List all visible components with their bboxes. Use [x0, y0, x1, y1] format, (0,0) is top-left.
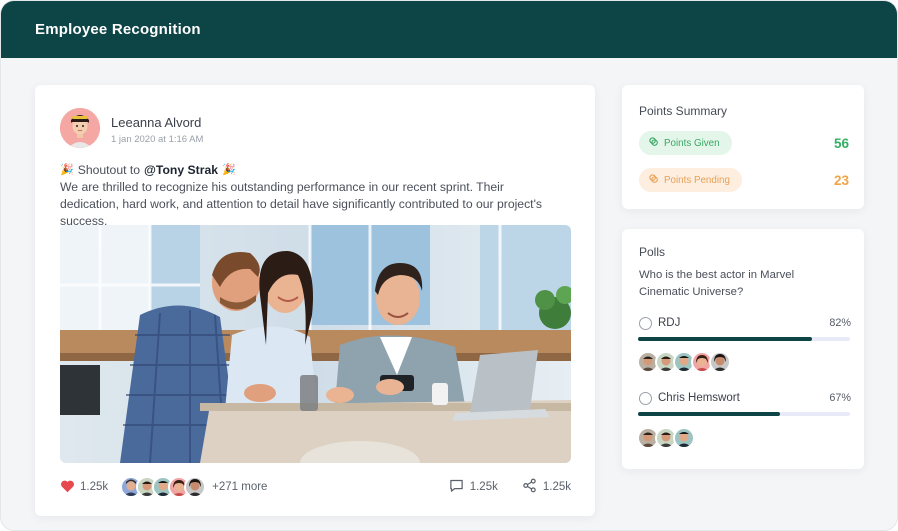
poll-bar [638, 412, 850, 416]
poll-bar [638, 337, 850, 341]
poll-voters[interactable] [637, 351, 731, 373]
poll-voters[interactable] [637, 427, 695, 449]
points-pending-label: Points Pending [664, 174, 730, 186]
comment-icon[interactable] [449, 478, 464, 496]
mention-link[interactable]: @Tony Strak [144, 162, 218, 179]
recognition-post: Leeanna Alvord 1 jan 2020 at 1:16 AM 🎉 S… [35, 85, 595, 516]
likers-avatars[interactable] [120, 476, 207, 498]
poll-bar-fill [638, 337, 812, 341]
poll-option-rdj[interactable]: RDJ 82% [639, 315, 851, 331]
party-popper-icon: 🎉 [222, 164, 236, 176]
comment-count[interactable]: 1.25k [470, 481, 498, 493]
app-title: Employee Recognition [35, 21, 201, 38]
points-given-label: Points Given [664, 137, 720, 149]
coin-icon [649, 174, 658, 186]
post-timestamp: 1 jan 2020 at 1:16 AM [111, 134, 204, 145]
avatar [673, 427, 695, 449]
poll-radio[interactable] [639, 391, 652, 405]
points-pending-value: 23 [833, 172, 849, 188]
poll-bar-fill [638, 412, 781, 416]
like-button[interactable]: 1.25k [60, 479, 108, 496]
polls-title: Polls [639, 245, 666, 259]
app-window: Employee Recognition Leeanna Alvord 1 ja… [0, 0, 898, 531]
poll-option-chris-hemswort[interactable]: Chris Hemswort 67% [639, 390, 851, 406]
post-photo[interactable] [60, 225, 571, 463]
author-name[interactable]: Leeanna Alvord [111, 115, 201, 130]
points-given-row: Points Given 56 [639, 131, 849, 155]
points-summary-card: Points Summary Points Given 56 Points Pe… [622, 85, 864, 209]
like-count: 1.25k [80, 481, 109, 493]
more-likers[interactable]: +271 more [212, 481, 267, 493]
post-body: 🎉 Shoutout to @Tony Strak 🎉 We are thril… [60, 162, 565, 230]
avatar [184, 476, 207, 498]
points-given-value: 56 [833, 135, 849, 151]
party-popper-icon: 🎉 [60, 164, 74, 176]
points-summary-title: Points Summary [639, 104, 728, 118]
author-avatar[interactable] [60, 108, 100, 148]
shoutout-prefix: Shoutout to [77, 163, 141, 177]
points-pending-pill[interactable]: Points Pending [639, 168, 742, 192]
poll-question: Who is the best actor in Marvel Cinemati… [639, 269, 795, 298]
avatar [709, 351, 731, 373]
poll-option-label: RDJ [658, 317, 681, 329]
poll-option-percent: 82% [829, 317, 851, 329]
post-message: We are thrilled to recognize his outstan… [60, 180, 542, 228]
shoutout-line: 🎉 Shoutout to @Tony Strak 🎉 [60, 162, 565, 179]
points-given-pill[interactable]: Points Given [639, 131, 732, 155]
coin-icon [649, 137, 658, 149]
points-pending-row: Points Pending 23 [639, 168, 849, 192]
heart-icon [60, 479, 75, 496]
share-count[interactable]: 1.25k [543, 481, 571, 493]
app-header: Employee Recognition [1, 1, 897, 58]
share-icon[interactable] [522, 478, 537, 496]
post-actions: 1.25k +271 more 1.25k 1.25k [60, 475, 571, 499]
poll-radio[interactable] [639, 316, 652, 330]
post-secondary-actions: 1.25k 1.25k [449, 478, 571, 496]
poll-option-percent: 67% [829, 392, 851, 404]
polls-card: Polls Who is the best actor in Marvel Ci… [622, 229, 864, 469]
poll-option-label: Chris Hemswort [658, 392, 740, 404]
